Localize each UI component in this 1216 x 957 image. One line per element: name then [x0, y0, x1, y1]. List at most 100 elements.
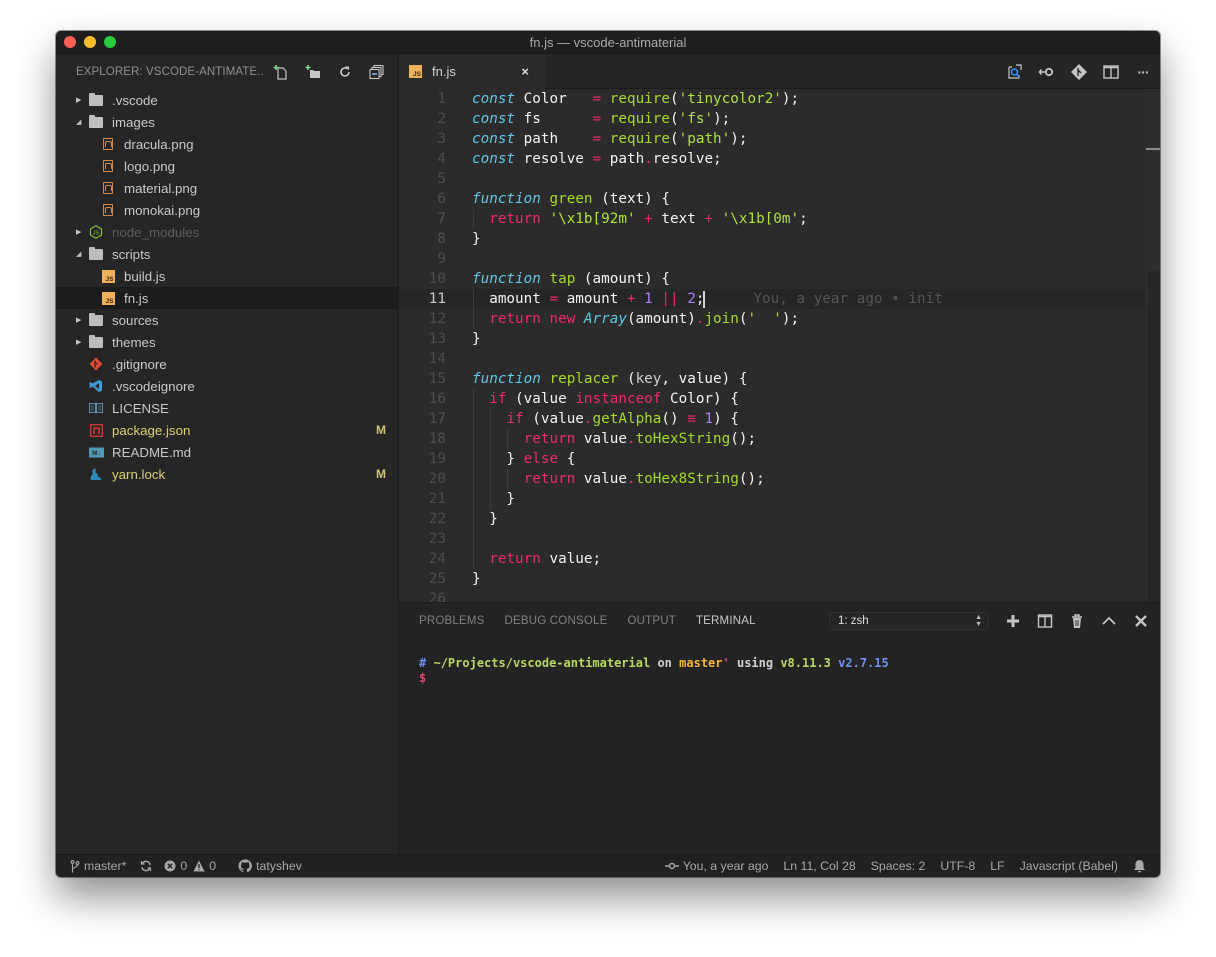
language-mode[interactable]: Javascript (Babel)	[1020, 859, 1118, 873]
code-line[interactable]: 15 function replacer (key, value) {	[399, 369, 1160, 389]
code-line[interactable]: 16 if (value instanceof Color) {	[399, 389, 1160, 409]
code-line[interactable]: 13}	[399, 329, 1160, 349]
code-line[interactable]: 2 const fs = require('fs');	[399, 109, 1160, 129]
chevron-right-icon[interactable]: ▶	[76, 338, 86, 346]
chevron-down-icon[interactable]: ◢	[76, 250, 86, 258]
line-number: 19	[428, 451, 446, 467]
blame-status[interactable]: You, a year ago	[664, 859, 769, 873]
cursor-position[interactable]: Ln 11, Col 28	[783, 859, 855, 873]
panel-tab-terminal[interactable]: TERMINAL	[696, 615, 756, 627]
code-token: +	[626, 291, 645, 307]
code-line[interactable]: 14	[399, 349, 1160, 369]
code-line[interactable]: 11 amount = amount + 1 || 2; You, a year …	[399, 289, 1160, 309]
code-line[interactable]: 17 if (value.getAlpha() ≡ 1) {	[399, 409, 1160, 429]
code-line[interactable]: 3 const path = require('path');	[399, 129, 1160, 149]
code-line[interactable]: 6 function green (text) {	[399, 189, 1160, 209]
code-line[interactable]: 18 return value.toHexString();	[399, 429, 1160, 449]
end-of-line[interactable]: LF	[990, 859, 1004, 873]
tree-folder[interactable]: ◢ images	[56, 111, 398, 133]
panel-tab-debug-console[interactable]: DEBUG CONSOLE	[505, 615, 608, 627]
tree-folder[interactable]: ▶ themes	[56, 331, 398, 353]
notifications-button[interactable]	[1133, 859, 1146, 873]
tree-file[interactable]: M↓ README.md	[56, 441, 398, 463]
code-line[interactable]: 12 return new Array(amount).join(' ');	[399, 309, 1160, 329]
tree-folder[interactable]: ▶ sources	[56, 309, 398, 331]
open-changes-icon[interactable]	[1006, 63, 1024, 81]
branch-status[interactable]: master*	[70, 859, 126, 873]
code-line[interactable]: 4 const resolve = path.resolve;	[399, 149, 1160, 169]
code-line[interactable]: 21 }	[399, 489, 1160, 509]
tree-file[interactable]: LICENSE	[56, 397, 398, 419]
code-line[interactable]: 7 return '\x1b[92m' + text + '\x1b[0m';	[399, 209, 1160, 229]
panel-tab-output[interactable]: OUTPUT	[627, 615, 675, 627]
code-line[interactable]: 24 return value;	[399, 549, 1160, 569]
tree-file[interactable]: package.json M	[56, 419, 398, 441]
chevron-right-icon[interactable]: ▶	[76, 96, 86, 104]
code-line[interactable]: 9	[399, 249, 1160, 269]
code-line[interactable]: 1 const Color = require('tinycolor2');	[399, 89, 1160, 109]
code-line[interactable]: 25}	[399, 569, 1160, 589]
maximize-window-button[interactable]	[104, 36, 116, 48]
close-tab-icon[interactable]: ×	[521, 64, 529, 79]
panel-tab-problems[interactable]: PROBLEMS	[419, 615, 485, 627]
tree-file[interactable]: dracula.png	[56, 133, 398, 155]
code-token: const	[472, 111, 516, 127]
new-file-icon[interactable]	[272, 63, 290, 81]
tree-file[interactable]: JS fn.js	[56, 287, 398, 309]
new-folder-icon[interactable]	[304, 63, 322, 81]
terminal-select[interactable]: 1: zsh ▲ ▼	[829, 612, 989, 630]
code-line[interactable]: 10 function tap (amount) {	[399, 269, 1160, 289]
split-terminal-icon[interactable]	[1036, 612, 1054, 630]
sync-button[interactable]	[140, 860, 152, 872]
encoding[interactable]: UTF-8	[940, 859, 975, 873]
terminal-output[interactable]: # ~/Projects/vscode-antimaterial on mast…	[419, 656, 889, 686]
code-editor[interactable]: 1 const Color = require('tinycolor2'); 2c…	[399, 89, 1160, 602]
trash-icon[interactable]	[1068, 612, 1086, 630]
problems-status[interactable]: 0 0	[164, 859, 216, 873]
github-user[interactable]: tatyshev	[238, 859, 302, 873]
chevron-up-icon[interactable]	[1100, 612, 1118, 630]
code-line[interactable]: 22 }	[399, 509, 1160, 529]
code-line[interactable]: 20 return value.toHex8String();	[399, 469, 1160, 489]
code-line[interactable]: 23	[399, 529, 1160, 549]
panel-actions	[1004, 603, 1150, 638]
code-token: replacer	[540, 371, 619, 387]
tree-file[interactable]: .gitignore	[56, 353, 398, 375]
code-token: ();	[730, 431, 757, 447]
minimize-window-button[interactable]	[84, 36, 96, 48]
tree-file[interactable]: yarn.lock M	[56, 463, 398, 485]
chevron-right-icon[interactable]: ▶	[76, 316, 86, 324]
tree-file[interactable]: JS build.js	[56, 265, 398, 287]
indentation[interactable]: Spaces: 2	[871, 859, 926, 873]
tree-file[interactable]: material.png	[56, 177, 398, 199]
code-token: tap	[540, 271, 576, 287]
tree-folder[interactable]: ◢ scripts	[56, 243, 398, 265]
tree-folder[interactable]: ▶ JS node_modules	[56, 221, 398, 243]
code-token: path	[609, 151, 645, 167]
code-token: }	[472, 491, 516, 507]
toggle-blame-icon[interactable]	[1038, 63, 1056, 81]
chevron-down-icon[interactable]: ◢	[76, 118, 86, 126]
collapse-all-icon[interactable]	[368, 63, 386, 81]
more-actions-icon[interactable]: ···	[1134, 63, 1152, 81]
code-line[interactable]: 8}	[399, 229, 1160, 249]
close-panel-icon[interactable]	[1132, 612, 1150, 630]
git-icon[interactable]	[1070, 63, 1088, 81]
tree-file[interactable]: .vscodeignore	[56, 375, 398, 397]
code-line[interactable]: 5	[399, 169, 1160, 189]
blame-text: You, a year ago	[682, 859, 769, 873]
editor-scrollbar-thumb[interactable]	[1146, 89, 1160, 271]
close-window-button[interactable]	[64, 36, 76, 48]
tree-file[interactable]: logo.png	[56, 155, 398, 177]
code-line[interactable]: 26	[399, 589, 1160, 602]
tree-file[interactable]: monokai.png	[56, 199, 398, 221]
code-token: 'tinycolor2'	[678, 91, 782, 107]
code-line[interactable]: 19 } else {	[399, 449, 1160, 469]
plus-icon[interactable]	[1004, 612, 1022, 630]
select-arrows-icon: ▲ ▼	[975, 614, 982, 628]
chevron-right-icon[interactable]: ▶	[76, 228, 86, 236]
refresh-icon[interactable]	[336, 63, 354, 81]
tab-fn-js[interactable]: JS fn.js ×	[399, 53, 545, 89]
split-editor-icon[interactable]	[1102, 63, 1120, 81]
tree-folder[interactable]: ▶ .vscode	[56, 89, 398, 111]
